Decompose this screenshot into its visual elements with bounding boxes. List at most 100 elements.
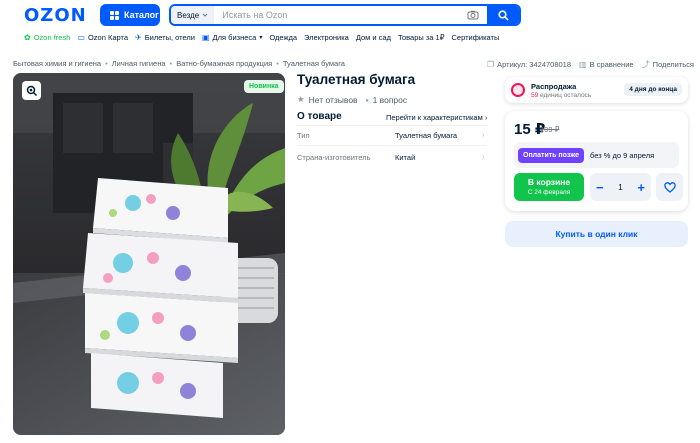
chevron-right-icon: › (482, 152, 485, 161)
copy-icon: ❐ (487, 60, 495, 69)
questions-link[interactable]: ▪ 1 вопрос (366, 95, 408, 105)
share-icon: ⤴ (641, 60, 650, 69)
top-nav: ✿ Ozon fresh ▭ Ozon Карта ✈ Билеты, отели ▣… (24, 33, 499, 42)
share-button[interactable]: ⤴ Поделиться (642, 59, 694, 70)
in-cart-button[interactable]: В корзине С 24 февраля (514, 173, 584, 201)
grid-icon (110, 10, 119, 20)
nav-item-ozon-fresh[interactable]: ✿ Ozon fresh (24, 33, 70, 42)
quantity-stepper: − 1 + (590, 173, 651, 201)
plane-icon: ✈ (135, 33, 142, 42)
nav-label: Ozon fresh (33, 33, 71, 42)
brand-badge[interactable] (22, 81, 41, 100)
camera-icon[interactable] (467, 9, 479, 21)
questions-label: 1 вопрос (372, 94, 408, 105)
nav-item-electronics[interactable]: Электроника (304, 33, 349, 42)
compare-icon: ▥ (579, 60, 587, 69)
card-icon: ▭ (77, 33, 85, 42)
brand-logo-icon (26, 85, 37, 96)
sale-units: 59 единиц осталось (531, 92, 591, 99)
old-price: 109 ₽ (540, 125, 560, 134)
ratings-row: ★ Нет отзывов ▪ 1 вопрос (297, 94, 407, 105)
about-title: О товаре (297, 111, 342, 122)
briefcase-icon: ▣ (201, 33, 210, 42)
spec-key: Страна-изготовитель (297, 153, 371, 162)
nav-label: Дом и сад (355, 33, 391, 42)
breadcrumb-separator: • (169, 59, 173, 68)
nav-label: Для бизнеса (212, 33, 257, 42)
leaf-icon: ✿ (24, 33, 31, 42)
search-button[interactable] (487, 6, 519, 24)
nav-item-ozon-card[interactable]: ▭ Ozon Карта (77, 33, 128, 42)
star-icon: ★ (297, 94, 305, 104)
spec-row-country: Страна-изготовитель Китай (297, 153, 487, 162)
installment-text: без % до 9 апреля (589, 150, 655, 160)
reviews-label: Нет отзывов (308, 94, 358, 105)
sale-title: Распродажа (531, 81, 577, 91)
cart-label: В корзине (527, 177, 571, 187)
buy-card: 15 ₽ 109 ₽ Оплатить позже без % до 9 апр… (505, 111, 688, 211)
nav-item-certificates[interactable]: Сертификаты (452, 33, 500, 42)
article-row: ❐ Артикул: 3424708018 ▥ В сравнение ⤴ Подел… (487, 59, 694, 70)
new-badge: Новинка (244, 80, 284, 93)
sale-units-suffix: единиц осталось (540, 91, 592, 99)
product-title: Туалетная бумага (297, 72, 416, 87)
chat-icon: ▪ (365, 94, 369, 105)
nav-item-one-ruble[interactable]: Товары за 1₽ (398, 33, 445, 42)
nav-label: Электроника (304, 33, 349, 42)
catalog-button[interactable]: Каталог (100, 4, 160, 26)
breadcrumb-separator: • (276, 59, 279, 68)
breadcrumb-item[interactable]: Личная гигиена (112, 59, 166, 68)
nav-label: Товары за 1₽ (397, 33, 445, 42)
nav-label: Одежда (269, 33, 298, 42)
ozon-logo[interactable]: OZON (24, 5, 87, 26)
nav-item-home-garden[interactable]: Дом и сад (356, 33, 391, 42)
installment-row[interactable]: Оплатить позже без % до 9 апреля (514, 142, 679, 168)
characteristics-label: Перейти к характеристикам (386, 113, 483, 122)
breadcrumb-item[interactable]: Туалетная бумага (283, 59, 345, 68)
spec-row-type: Тип Туалетная бумага (297, 131, 487, 140)
nav-label: Билеты, отели (144, 33, 195, 42)
nav-label: Ozon Карта (87, 33, 129, 42)
minus-button[interactable]: − (596, 181, 604, 194)
chevron-right-icon: › (484, 113, 488, 122)
compare-label: В сравнение (589, 60, 634, 69)
share-label: Поделиться (652, 60, 694, 69)
breadcrumb-separator: • (105, 59, 108, 68)
search-bar: Везде (169, 4, 521, 26)
search-scope-label: Везде (177, 10, 200, 20)
nav-label: Сертификаты (451, 33, 500, 42)
spec-value[interactable]: Туалетная бумага (395, 131, 457, 140)
delivery-date: С 24 февраля (527, 189, 571, 196)
sale-card[interactable]: Распродажа 59 единиц осталось 4 дня до к… (505, 77, 688, 103)
quantity-value: 1 (618, 182, 623, 192)
breadcrumb: Бытовая химия и гигиена • Личная гигиена… (13, 59, 345, 68)
divider (297, 125, 487, 126)
spec-value[interactable]: Китай (395, 153, 415, 162)
breadcrumb-item[interactable]: Бытовая химия и гигиена (13, 59, 101, 68)
search-scope-select[interactable]: Везде (171, 6, 215, 24)
search-icon (497, 9, 509, 21)
spec-key: Тип (297, 131, 310, 140)
heart-icon (663, 181, 676, 193)
compare-button[interactable]: ▥ В сравнение (579, 60, 634, 69)
article-label: Артикул: 3424708018 (497, 60, 572, 69)
characteristics-link[interactable]: Перейти к характеристикам › (386, 113, 487, 122)
plus-button[interactable]: + (637, 181, 645, 194)
article-number[interactable]: ❐ Артикул: 3424708018 (487, 60, 571, 69)
nav-item-tickets[interactable]: ✈ Билеты, отели (135, 33, 195, 42)
sale-units-count: 59 (531, 91, 539, 99)
search-input[interactable] (214, 10, 467, 20)
product-photo[interactable] (13, 73, 285, 435)
pay-later-button[interactable]: Оплатить позже (518, 147, 584, 163)
divider (297, 145, 487, 146)
buy-one-click-button[interactable]: Купить в один клик (505, 221, 688, 247)
reviews-link[interactable]: ★ Нет отзывов (297, 94, 358, 105)
nav-item-clothes[interactable]: Одежда (269, 33, 297, 42)
chevron-down-icon (202, 13, 208, 17)
breadcrumb-item[interactable]: Ватно-бумажная продукция (176, 59, 272, 68)
nav-item-business[interactable]: ▣ Для бизнеса ▾ (202, 33, 262, 42)
chevron-right-icon: › (482, 130, 485, 139)
sale-days-badge: 4 дня до конца (624, 83, 682, 96)
favorite-button[interactable] (656, 173, 683, 201)
sale-timer-icon (511, 83, 525, 97)
